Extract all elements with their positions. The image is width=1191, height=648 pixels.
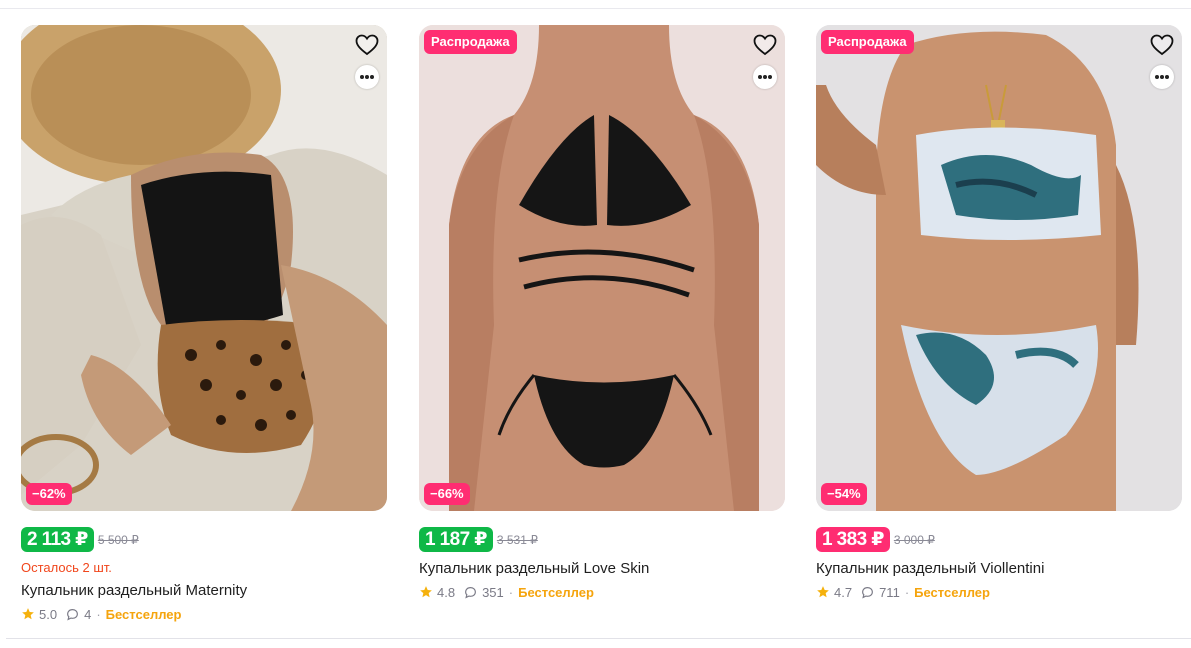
favorite-button[interactable] (355, 34, 379, 56)
price-row: 1 383 ₽ 3 000 ₽ (816, 527, 935, 552)
product-title[interactable]: Купальник раздельный Love Skin (419, 560, 649, 577)
price-row: 1 187 ₽ 3 531 ₽ (419, 527, 538, 552)
heart-icon (753, 34, 777, 56)
product-image[interactable]: Распродажа −54% (816, 25, 1182, 511)
swimsuit-photo (21, 25, 387, 511)
product-title[interactable]: Купальник раздельный Maternity (21, 582, 247, 599)
product-card[interactable]: Распродажа −54% 1 383 ₽ 3 000 ₽ Купальни… (816, 25, 1182, 600)
bestseller-badge: Бестселлер (914, 584, 990, 600)
bestseller-badge: Бестселлер (518, 584, 594, 600)
discount-badge: −54% (821, 483, 867, 505)
rating-value: 4.7 (834, 584, 853, 600)
star-icon (22, 608, 34, 620)
rating-value: 5.0 (39, 606, 58, 622)
more-options-button[interactable] (1150, 65, 1174, 89)
product-meta: 5.0 4 · Бестселлер (21, 605, 181, 623)
top-divider (0, 8, 1191, 9)
bestseller-badge: Бестселлер (105, 606, 182, 622)
current-price: 1 383 ₽ (816, 527, 890, 552)
more-options-button[interactable] (753, 65, 777, 89)
bottom-divider (6, 638, 1191, 639)
sale-label: Распродажа (821, 30, 914, 54)
product-meta: 4.7 711 · Бестселлер (816, 583, 990, 601)
reviews-count[interactable]: 4 (84, 607, 91, 622)
swimsuit-photo (419, 25, 785, 511)
stock-left: Осталось 2 шт. (21, 560, 112, 575)
separator-dot: · (508, 584, 514, 600)
reviews-count[interactable]: 351 (482, 585, 504, 600)
product-card[interactable]: −62% 2 113 ₽ 5 500 ₽ Осталось 2 шт. Купа… (21, 25, 387, 622)
separator-dot: · (96, 606, 101, 622)
heart-icon (1150, 34, 1174, 56)
favorite-button[interactable] (1150, 34, 1174, 56)
current-price: 2 113 ₽ (21, 527, 94, 552)
star-icon (817, 586, 829, 598)
product-card[interactable]: Распродажа −66% 1 187 ₽ 3 531 ₽ Купальни… (419, 25, 785, 600)
comment-icon (862, 586, 874, 598)
heart-icon (355, 34, 379, 56)
current-price: 1 187 ₽ (419, 527, 493, 552)
more-options-button[interactable] (355, 65, 379, 89)
old-price: 5 500 ₽ (97, 532, 139, 547)
discount-badge: −62% (26, 483, 72, 505)
product-meta: 4.8 351 · Бестселлер (419, 583, 594, 601)
favorite-button[interactable] (753, 34, 777, 56)
old-price: 3 000 ₽ (893, 532, 935, 547)
more-dots-icon (758, 75, 762, 79)
reviews-count[interactable]: 711 (879, 585, 900, 600)
old-price: 3 531 ₽ (496, 532, 538, 547)
sale-label: Распродажа (424, 30, 517, 54)
comment-icon (67, 608, 79, 620)
product-title[interactable]: Купальник раздельный Viollentini (816, 560, 1044, 577)
product-image[interactable]: Распродажа −66% (419, 25, 785, 511)
star-icon (420, 586, 432, 598)
price-row: 2 113 ₽ 5 500 ₽ (21, 527, 139, 552)
swimsuit-photo (816, 25, 1182, 511)
separator-dot: · (904, 584, 910, 600)
more-dots-icon (360, 75, 364, 79)
comment-icon (465, 586, 477, 598)
product-image[interactable]: −62% (21, 25, 387, 511)
rating-value: 4.8 (437, 584, 456, 600)
discount-badge: −66% (424, 483, 470, 505)
more-dots-icon (1155, 75, 1159, 79)
